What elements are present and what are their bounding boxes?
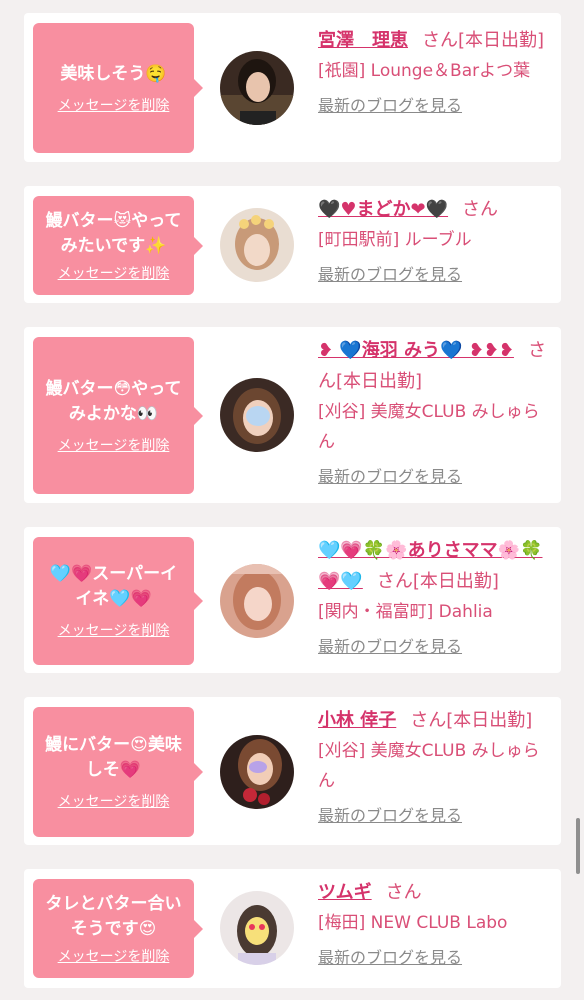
delete-message-link[interactable]: メッセージを削除 (58, 263, 170, 283)
avatar[interactable] (220, 735, 294, 809)
cast-info: ❥ 💙海羽 みう💙 ❥❥❥ さん[本日出勤] [刈谷] 美魔女CLUB みしゅらん… (318, 335, 554, 487)
latest-blog-link[interactable]: 最新のブログを見る (318, 92, 462, 116)
message-bubble: 鰻にバター😍美味 しそ💗 メッセージを削除 (33, 707, 203, 837)
cast-name-link[interactable]: ツムギ (318, 882, 372, 903)
latest-blog-link[interactable]: 最新のブログを見る (318, 261, 462, 285)
latest-blog-link[interactable]: 最新のブログを見る (318, 463, 462, 487)
shop-name: [梅田] NEW CLUB Labo (318, 913, 508, 933)
avatar[interactable] (220, 51, 294, 125)
cast-name-line: ❥ 💙海羽 みう💙 ❥❥❥ さん[本日出勤] (318, 335, 554, 397)
avatar[interactable] (220, 891, 294, 965)
work-status: [本日出勤] (336, 371, 423, 392)
cast-name-link[interactable]: 宮澤 理恵 (318, 30, 408, 51)
shop-name: [町田駅前] ルーブル (318, 230, 472, 250)
honorific: さん (422, 30, 458, 51)
work-status: [本日出勤] (412, 571, 499, 592)
message-card: 美味しそう🤤 メッセージを削除 宮澤 理恵 さん[本日出勤] [祇園] Loung… (24, 13, 561, 162)
delete-message-link[interactable]: メッセージを削除 (58, 95, 170, 115)
message-text: 鰻バター😳やって みよかな👀 (45, 378, 182, 424)
message-card: 鰻にバター😍美味 しそ💗 メッセージを削除 小林 倖子 さん[本日出勤] [刈谷]… (24, 697, 561, 845)
cast-name-line: 🩵💗🍀🌸ありさママ🌸🍀💗🩵 さん[本日出勤] (318, 535, 554, 597)
avatar[interactable] (220, 564, 294, 638)
cast-info: 小林 倖子 さん[本日出勤] [刈谷] 美魔女CLUB みしゅらん 最新のブログを… (318, 705, 554, 826)
latest-blog-link[interactable]: 最新のブログを見る (318, 802, 462, 826)
work-status: [本日出勤] (458, 30, 545, 51)
shop-name: [祇園] Lounge＆Barよつ葉 (318, 61, 531, 81)
delete-message-link[interactable]: メッセージを削除 (58, 791, 170, 811)
latest-blog-link[interactable]: 最新のブログを見る (318, 944, 462, 968)
shop-name: [刈谷] 美魔女CLUB みしゅらん (318, 741, 540, 791)
delete-message-link[interactable]: メッセージを削除 (58, 620, 170, 640)
latest-blog-link[interactable]: 最新のブログを見る (318, 633, 462, 657)
message-bubble: 鰻バター😳やって みよかな👀 メッセージを削除 (33, 337, 203, 494)
cast-info: 🩵💗🍀🌸ありさママ🌸🍀💗🩵 さん[本日出勤] [関内・福富町] Dahlia 最新… (318, 535, 554, 657)
message-card: 鰻バター😻やって みたいです✨ メッセージを削除 🖤♥まどか❤🖤 さん [町田駅前… (24, 186, 561, 303)
shop-name: [刈谷] 美魔女CLUB みしゅらん (318, 402, 540, 452)
message-feed: 美味しそう🤤 メッセージを削除 宮澤 理恵 さん[本日出勤] [祇園] Loung… (0, 0, 584, 1000)
cast-name-link[interactable]: ❥ 💙海羽 みう💙 ❥❥❥ (318, 340, 514, 361)
honorific: さん (410, 710, 447, 731)
cast-info: 🖤♥まどか❤🖤 さん [町田駅前] ルーブル 最新のブログを見る (318, 194, 554, 285)
message-text: 鰻バター😻やって みたいです✨ (45, 210, 182, 256)
honorific: さん (385, 882, 422, 903)
cast-name-line: 小林 倖子 さん[本日出勤] (318, 705, 554, 736)
message-bubble: タレとバター合い そうです😍 メッセージを削除 (33, 879, 203, 978)
shop-name: [関内・福富町] Dahlia (318, 602, 493, 622)
message-card: タレとバター合い そうです😍 メッセージを削除 ツムギ さん [梅田] NEW C… (24, 869, 561, 988)
delete-message-link[interactable]: メッセージを削除 (58, 946, 170, 966)
cast-name-line: ツムギ さん (318, 877, 554, 908)
message-bubble: 美味しそう🤤 メッセージを削除 (33, 23, 203, 153)
delete-message-link[interactable]: メッセージを削除 (58, 435, 170, 455)
message-text: 🩵💗スーパーイ イネ🩵💗 (49, 564, 178, 609)
work-status: [本日出勤] (446, 710, 533, 731)
cast-name-link[interactable]: 🖤♥まどか❤🖤 (318, 199, 448, 220)
cast-info: ツムギ さん [梅田] NEW CLUB Labo 最新のブログを見る (318, 877, 554, 968)
avatar[interactable] (220, 378, 294, 452)
cast-name-line: 🖤♥まどか❤🖤 さん (318, 194, 554, 225)
cast-info: 宮澤 理恵 さん[本日出勤] [祇園] Lounge＆Barよつ葉 最新のブログを… (318, 25, 554, 116)
avatar[interactable] (220, 208, 294, 282)
message-text: タレとバター合い そうです😍 (45, 893, 182, 939)
honorific: さん (462, 199, 499, 220)
message-text: 鰻にバター😍美味 しそ💗 (45, 735, 182, 780)
honorific: さん (376, 571, 413, 592)
scrollbar[interactable] (576, 818, 580, 874)
message-card: 鰻バター😳やって みよかな👀 メッセージを削除 ❥ 💙海羽 みう💙 ❥❥❥ さん[… (24, 327, 561, 503)
message-bubble: 鰻バター😻やって みたいです✨ メッセージを削除 (33, 196, 203, 295)
message-bubble: 🩵💗スーパーイ イネ🩵💗 メッセージを削除 (33, 537, 203, 665)
message-card: 🩵💗スーパーイ イネ🩵💗 メッセージを削除 🩵💗🍀🌸ありさママ🌸🍀💗🩵 さん[本日… (24, 527, 561, 673)
cast-name-line: 宮澤 理恵 さん[本日出勤] (318, 25, 554, 56)
cast-name-link[interactable]: 小林 倖子 (318, 710, 396, 731)
message-text: 美味しそう🤤 (60, 63, 167, 84)
